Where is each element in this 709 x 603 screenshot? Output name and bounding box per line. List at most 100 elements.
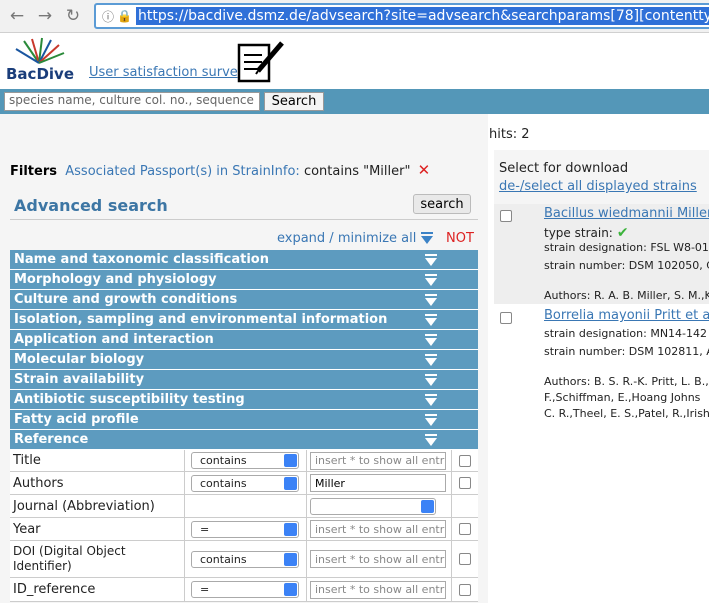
- value-input[interactable]: insert * to show all entries: [310, 580, 446, 599]
- expand-arrow-icon[interactable]: [424, 313, 438, 327]
- field-label: Year: [10, 518, 185, 540]
- field-row-journal: Journal (Abbreviation): [10, 495, 478, 518]
- not-label: NOT: [446, 231, 474, 246]
- expand-arrow-icon[interactable]: [424, 293, 438, 307]
- value-input[interactable]: insert * to show all entries: [310, 520, 446, 538]
- section-reference[interactable]: Reference: [10, 430, 478, 450]
- result-checkbox[interactable]: [500, 210, 512, 222]
- not-checkbox[interactable]: [459, 523, 471, 535]
- journal-select[interactable]: [310, 497, 436, 515]
- expand-arrow-icon[interactable]: [424, 333, 438, 347]
- expand-arrow-icon[interactable]: [424, 373, 438, 387]
- checkmark-icon: ✔: [616, 225, 629, 241]
- field-row-doi: DOI (Digital Object Identifier) contains…: [10, 541, 478, 578]
- authors-cont: F.,Schiffman, E.,Hoang Johns: [544, 391, 701, 404]
- quick-search-bar: species name, culture col. no., sequence…: [0, 89, 709, 114]
- not-checkbox[interactable]: [459, 553, 471, 565]
- operator-select[interactable]: contains: [191, 550, 299, 568]
- value-input[interactable]: insert * to show all entries: [310, 451, 446, 470]
- section-isolation[interactable]: Isolation, sampling and environmental in…: [10, 310, 478, 330]
- forward-icon[interactable]: →: [34, 5, 56, 27]
- field-label: ID_reference: [10, 578, 185, 601]
- operator-select[interactable]: contains: [191, 452, 299, 469]
- authors: Authors: B. S. R.-K. Pritt, L. B.,S: [544, 375, 709, 388]
- expand-arrow-icon[interactable]: [424, 433, 438, 447]
- value-input[interactable]: insert * to show all entries: [310, 550, 446, 568]
- expand-arrow-icon[interactable]: [424, 353, 438, 367]
- result-item: Bacillus wiedmannii Miller type strain: ✔…: [494, 204, 709, 304]
- operator-select[interactable]: =: [191, 520, 299, 538]
- filter-field[interactable]: Associated Passport(s) in StrainInfo:: [65, 164, 300, 179]
- filter-condition: contains "Miller": [303, 164, 411, 179]
- strain-number: strain number: DSM 102811, A: [544, 345, 709, 358]
- expand-arrow-icon[interactable]: [424, 273, 438, 287]
- expand-arrow-icon[interactable]: [424, 393, 438, 407]
- section-molecular[interactable]: Molecular biology: [10, 350, 478, 370]
- notepad-icon[interactable]: [236, 37, 286, 85]
- section-morphology[interactable]: Morphology and physiology: [10, 270, 478, 290]
- section-antibiotic[interactable]: Antibiotic susceptibility testing: [10, 390, 478, 410]
- back-icon[interactable]: ←: [6, 5, 28, 27]
- field-label: DOI (Digital Object Identifier): [10, 541, 185, 577]
- not-checkbox[interactable]: [459, 583, 471, 596]
- site-header: BacDive User satisfaction survey: [0, 33, 709, 89]
- select-caret-icon: [284, 454, 297, 467]
- not-checkbox[interactable]: [459, 477, 471, 489]
- address-bar[interactable]: ⓘ 🔒 https://bacdive.dsmz.de/advsearch?si…: [94, 3, 709, 29]
- select-caret-icon: [284, 552, 297, 566]
- reload-icon[interactable]: ↻: [62, 5, 84, 27]
- field-row-authors: Authors contains Miller: [10, 472, 478, 495]
- filters-bar: Filters Associated Passport(s) in Strain…: [10, 161, 430, 179]
- field-row-title: Title contains insert * to show all entr…: [10, 450, 478, 472]
- advanced-search-title: Advanced search: [14, 196, 168, 215]
- browser-toolbar: ← → ↻ ⓘ 🔒 https://bacdive.dsmz.de/advsea…: [0, 0, 709, 33]
- select-all-strains-link[interactable]: de-/select all displayed strains: [499, 179, 697, 194]
- search-button[interactable]: Search: [264, 92, 324, 111]
- operator-select[interactable]: contains: [191, 474, 299, 492]
- section-culture[interactable]: Culture and growth conditions: [10, 290, 478, 310]
- download-title: Select for download: [499, 161, 629, 176]
- field-label: Authors: [10, 472, 185, 494]
- section-list: Name and taxonomic classification Morpho…: [10, 250, 478, 450]
- download-box: [494, 150, 709, 204]
- result-checkbox[interactable]: [500, 312, 512, 324]
- field-label: Journal (Abbreviation): [10, 495, 185, 517]
- strain-designation: strain designation: FSL W8-01: [544, 241, 709, 254]
- info-icon[interactable]: ⓘ: [102, 8, 114, 25]
- hits-count: hits: 2: [489, 127, 530, 142]
- strain-number: strain number: DSM 102050, C: [544, 259, 709, 272]
- section-fatty-acid[interactable]: Fatty acid profile: [10, 410, 478, 430]
- search-input[interactable]: species name, culture col. no., sequence: [4, 92, 260, 111]
- expand-arrow-icon[interactable]: [424, 413, 438, 427]
- svg-text:BacDive: BacDive: [6, 65, 74, 83]
- authors: Authors: R. A. B. Miller, S. M.,K: [544, 289, 709, 302]
- result-title-link[interactable]: Borrelia mayonii Pritt et al.: [544, 308, 709, 323]
- survey-link[interactable]: User satisfaction survey: [89, 65, 245, 80]
- expand-arrow-icon[interactable]: [424, 253, 438, 267]
- result-title-link[interactable]: Bacillus wiedmannii Miller: [544, 206, 709, 221]
- result-item: Borrelia mayonii Pritt et al. strain des…: [494, 306, 709, 424]
- filters-label: Filters: [10, 164, 57, 179]
- section-application[interactable]: Application and interaction: [10, 330, 478, 350]
- bacdive-logo[interactable]: BacDive: [4, 37, 74, 87]
- url-text: https://bacdive.dsmz.de/advsearch?site=a…: [135, 7, 709, 25]
- select-caret-icon: [284, 583, 297, 596]
- expand-all-icon[interactable]: [420, 231, 434, 245]
- field-row-year: Year = insert * to show all entries: [10, 518, 478, 541]
- select-caret-icon: [421, 499, 434, 513]
- type-strain-label: type strain:: [544, 226, 613, 240]
- reference-fields: Title contains insert * to show all entr…: [10, 450, 478, 602]
- advanced-search-button[interactable]: search: [413, 194, 471, 214]
- not-checkbox[interactable]: [459, 454, 471, 467]
- field-label: Title: [10, 450, 185, 471]
- section-taxonomy[interactable]: Name and taxonomic classification: [10, 250, 478, 270]
- authors-cont: C. R.,Theel, E. S.,Patel, R.,Irish,: [544, 407, 709, 420]
- strain-designation: strain designation: MN14-142: [544, 327, 708, 340]
- operator-select[interactable]: =: [191, 581, 299, 598]
- divider: [10, 219, 478, 220]
- section-availability[interactable]: Strain availability: [10, 370, 478, 390]
- remove-filter-icon[interactable]: ✕: [418, 161, 431, 179]
- expand-minimize-all-link[interactable]: expand / minimize all: [277, 231, 416, 246]
- value-input[interactable]: Miller: [310, 474, 446, 492]
- select-caret-icon: [284, 522, 297, 536]
